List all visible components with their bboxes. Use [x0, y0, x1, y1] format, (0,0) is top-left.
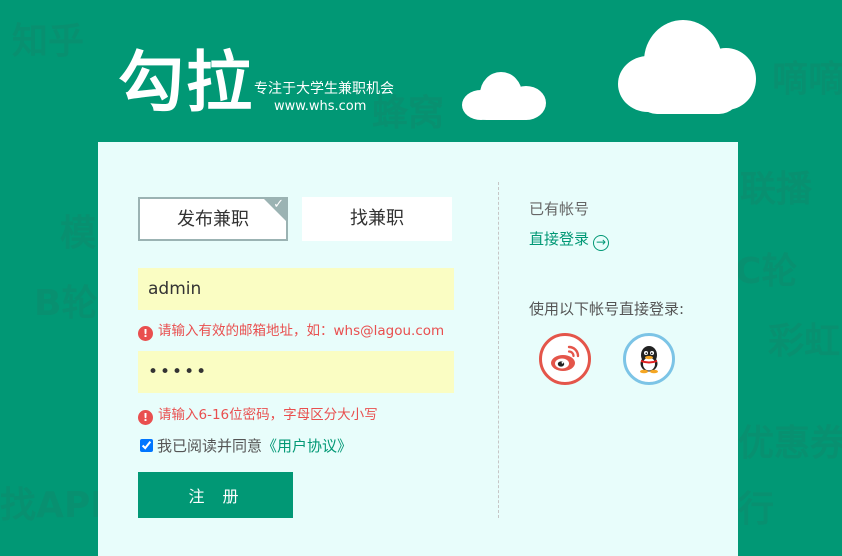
cloud-decoration	[462, 68, 546, 120]
agreement-row: 我已阅读并同意《用户协议》	[138, 437, 352, 455]
register-button[interactable]: 注册	[138, 472, 293, 518]
weibo-login-button[interactable]	[539, 333, 591, 385]
agree-checkbox[interactable]	[140, 439, 153, 452]
password-error: ! 请输入6-16位密码，字母区分大小写	[138, 406, 378, 425]
tab-find-job-label: 找兼职	[350, 208, 404, 229]
error-icon: !	[138, 326, 153, 341]
tab-find-job[interactable]: 找兼职	[302, 197, 452, 241]
social-login-title: 使用以下帐号直接登录:	[529, 300, 685, 318]
bg-word: 优惠券	[738, 423, 842, 464]
divider	[498, 182, 499, 518]
weibo-icon	[551, 345, 580, 371]
slogan-text: 专注于大学生兼职机会	[254, 81, 394, 97]
bg-word: 行	[738, 489, 775, 530]
direct-login-text: 直接登录	[529, 230, 590, 248]
bg-word: C轮	[735, 251, 798, 292]
error-icon: !	[138, 410, 153, 425]
qq-icon	[640, 346, 658, 374]
email-input[interactable]	[138, 268, 454, 310]
cloud-decoration	[618, 20, 756, 115]
bg-word: 嘀嘀	[772, 59, 842, 100]
password-input[interactable]	[138, 351, 454, 393]
qq-login-button[interactable]	[623, 333, 675, 385]
password-error-text: 请输入6-16位密码，字母区分大小写	[158, 407, 378, 423]
check-icon: ✓	[273, 197, 284, 212]
agree-text: 我已阅读并同意	[157, 437, 263, 455]
bg-word: 模	[60, 213, 97, 254]
user-agreement-link[interactable]: 《用户协议》	[262, 437, 352, 455]
bg-word: B轮	[34, 283, 98, 324]
email-error: ! 请输入有效的邮箱地址，如：whs@lagou.com	[138, 322, 444, 341]
tab-post-job[interactable]: 发布兼职 ✓	[138, 197, 288, 241]
direct-login-link[interactable]: 直接登录 →	[529, 228, 610, 251]
tab-post-job-label: 发布兼职	[177, 209, 249, 230]
bg-word: 彩虹	[768, 321, 841, 362]
bg-word: 联播	[740, 169, 813, 210]
email-error-text: 请输入有效的邮箱地址，如：whs@lagou.com	[158, 323, 445, 339]
slogan: 专注于大学生兼职机会 www.whs.com	[254, 80, 394, 116]
bg-word: 知乎	[12, 21, 85, 62]
bg-word: 找API	[0, 485, 104, 526]
register-panel: 发布兼职 ✓ 找兼职 ! 请输入有效的邮箱地址，如：whs@lagou.com !…	[98, 142, 738, 556]
arrow-right-icon: →	[593, 235, 610, 251]
site-logo: 勾拉	[118, 44, 254, 121]
has-account-label: 已有帐号	[529, 200, 590, 218]
site-url: www.whs.com	[274, 99, 367, 114]
